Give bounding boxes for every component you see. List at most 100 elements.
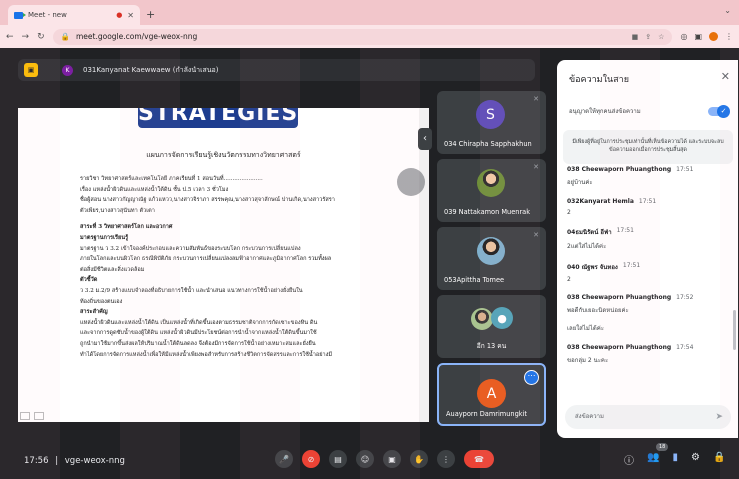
chat-text: ขอกลุ่ม 2 นะคะ	[567, 357, 609, 364]
chat-sender: 038 Cheewaporn Phuangthong	[567, 166, 672, 173]
document-line: มาตรฐานการเรียนรู้	[80, 234, 129, 241]
present-screen-icon: ▣	[24, 63, 38, 77]
chat-input-placeholder: ส่งข้อความ	[575, 413, 605, 420]
document-title: แผนการจัดการเรียนรู้เชิงนวัตกรรมทางวิทยา…	[146, 151, 301, 159]
raise-hand-icon[interactable]: ✋	[410, 450, 428, 468]
participant-tile[interactable]: ✕ S 034 Chirapha Sapphakhun	[437, 91, 546, 154]
microphone-icon[interactable]: 🎤	[275, 450, 293, 468]
allow-messages-toggle[interactable]	[708, 105, 730, 118]
camera-icon[interactable]: ■	[632, 33, 639, 41]
chat-input[interactable]: ส่งข้อความ ➤	[565, 405, 731, 429]
captions-icon[interactable]: ▤	[329, 450, 347, 468]
participant-photo	[471, 308, 493, 330]
chat-message-header: 032Kanyarat Hemla 17:51	[567, 198, 732, 205]
document-line: แหล่งน้ำผิวดินและแหล่งน้ำใต้ดิน เป็นแหล่…	[80, 319, 318, 326]
self-tile[interactable]: ⋯ A Auayporn Damrimungkit	[437, 363, 546, 426]
participant-tile[interactable]: ✕ 053Apittha Tomee	[437, 227, 546, 290]
app-frame: Meet - new ● ✕ + ⌄ ← → ↻ 🔒 meet.google.c…	[0, 0, 739, 479]
person-icon: ●	[491, 307, 513, 329]
chat-message: 04ธมนิรัตน์ อีฟ่า 17:51 2แต่ใส่ไม่ได้ค่ะ	[567, 227, 732, 251]
chat-time: 17:51	[616, 227, 634, 234]
tab-search-icon[interactable]: ⌄	[724, 6, 731, 15]
chat-sender: 038 Cheewaporn Phuangthong	[567, 344, 672, 351]
bookmark-star-icon[interactable]: ☆	[658, 33, 664, 41]
menu-kebab-icon[interactable]: ⋮	[725, 32, 733, 41]
new-tab-button[interactable]: +	[146, 8, 155, 21]
bottom-control-bar: 17:56 | vge-weox-nng 🎤 ⊘ ▤ ☺ ▣ ✋ ⋮ ☎ 18 …	[0, 441, 739, 479]
reload-icon[interactable]: ↻	[37, 32, 45, 42]
participant-name: 053Apittha Tomee	[444, 276, 505, 284]
chat-text: 2แต่ใส่ไม่ได้ค่ะ	[567, 243, 607, 250]
back-icon[interactable]: ←	[6, 32, 14, 42]
presenter-avatar: K	[62, 64, 73, 76]
others-count: อีก 13 คน	[476, 342, 507, 350]
people-icon[interactable]: 👥	[647, 452, 659, 467]
send-icon[interactable]: ➤	[715, 405, 723, 429]
document-footer-icons	[20, 412, 44, 420]
chat-message-header: 038 Cheewaporn Phuangthong 17:51	[567, 166, 732, 173]
participant-tile[interactable]: ✕ 039 Nattakamon Muenrak	[437, 159, 546, 222]
url-text: meet.google.com/vge-weox-nng	[75, 32, 198, 41]
document-line: เรื่อง แหล่งน้ำผิวดินและแหล่งน้ำใต้ดิน ช…	[80, 186, 229, 193]
participant-photo	[477, 237, 505, 265]
tab-close-icon[interactable]: ✕	[127, 11, 134, 20]
chat-message-header: 038 Cheewaporn Phuangthong 17:54	[567, 344, 732, 351]
participant-count-badge: 18	[656, 443, 669, 451]
extension-icon[interactable]: ◎	[680, 32, 687, 41]
activities-icon[interactable]: ⚙	[691, 452, 700, 467]
document-scrollbar[interactable]	[419, 108, 429, 422]
page-icon[interactable]	[34, 412, 44, 420]
document-line: ท้องถิ่นของตนเอง	[80, 298, 123, 305]
address-bar-row: ← → ↻ 🔒 meet.google.com/vge-weox-nng ■ ⇪…	[0, 25, 739, 48]
info-icon[interactable]: ⓘ	[624, 452, 634, 467]
document-line: ตัวเพียร,นางสาวสุนันทา ตัวเตา	[80, 207, 155, 214]
chat-icon[interactable]: ▮	[672, 452, 678, 467]
shared-document: STRATEGIES แผนการจัดการเรียนรู้เชิงนวัตก…	[18, 108, 429, 422]
emoji-icon[interactable]: ☺	[356, 450, 374, 468]
profile-avatar[interactable]	[709, 32, 718, 41]
collapse-tiles-button[interactable]: ‹	[418, 128, 432, 150]
document-line: มาตรฐาน ว 3.2 เข้าใจองค์ประกอบและความสัม…	[80, 245, 301, 252]
chat-message: เลยใส่ไม่ได้ค่ะ	[567, 323, 732, 333]
browser-tab-bar: Meet - new ● ✕ + ⌄	[0, 0, 739, 25]
chat-sender: 04ธมนิรัตน์ อีฟ่า	[567, 229, 612, 236]
end-call-button[interactable]: ☎	[464, 450, 494, 468]
share-icon[interactable]: ⇪	[645, 33, 651, 41]
document-line: รายวิชา วิทยาศาสตร์และเทคโนโลยี ภาคเรียน…	[80, 176, 263, 182]
camera-off-icon[interactable]: ⊘	[302, 450, 320, 468]
chat-close-icon[interactable]: ✕	[721, 70, 730, 83]
chat-time: 17:51	[622, 262, 641, 269]
meet-favicon-icon	[14, 11, 26, 19]
meeting-info: 17:56 | vge-weox-nng	[24, 456, 125, 466]
participant-photo	[477, 169, 505, 197]
chat-sender: 040 ณัฐพร จันทอง	[567, 264, 618, 271]
chat-message: 038 Cheewaporn Phuangthong 17:52 พอดีกับเย…	[567, 294, 732, 315]
host-controls-icon[interactable]: 🔒	[713, 452, 725, 467]
browser-tab[interactable]: Meet - new ● ✕	[8, 5, 140, 25]
chat-time: 17:51	[638, 198, 657, 205]
chat-scrollbar[interactable]	[733, 310, 736, 350]
chat-message: 038 Cheewaporn Phuangthong 17:54 ขอกลุ่ม 2…	[567, 344, 732, 365]
page-icon[interactable]	[20, 412, 30, 420]
zoom-overlay-button[interactable]	[397, 168, 425, 196]
present-icon[interactable]: ▣	[383, 450, 401, 468]
forward-icon[interactable]: →	[22, 32, 30, 42]
side-panel-controls: ⓘ 👥 ▮ ⚙ 🔒	[624, 452, 725, 467]
mic-off-icon: ✕	[533, 95, 539, 103]
more-options-icon[interactable]: ⋮	[437, 450, 455, 468]
chat-time: 17:54	[676, 344, 694, 351]
document-line: ชื่อผู้สอน นางสาวกัญญาณัฐ แก้วแหวว,นางสา…	[80, 197, 335, 204]
document-banner: STRATEGIES	[138, 108, 298, 128]
chat-message-header: 04ธมนิรัตน์ อีฟ่า 17:51	[567, 227, 732, 237]
chat-sender: 038 Cheewaporn Phuangthong	[567, 294, 672, 301]
document-line: ต่อสิ่งมีชีวิตและสิ่งแวดล้อม	[80, 266, 145, 273]
meet-stage: ▣ K 031Kanyanat Kaewwaew (กำลังนำเสนอ) S…	[0, 48, 739, 479]
sidebar-icon[interactable]: ▣	[694, 32, 702, 41]
chat-text: อยู่บ้านค่ะ	[567, 179, 593, 186]
participant-name: 034 Chirapha Sapphakhun	[444, 140, 532, 148]
omnibox[interactable]: 🔒 meet.google.com/vge-weox-nng ■ ⇪ ☆	[52, 28, 673, 45]
participant-avatar: S	[476, 100, 505, 129]
others-tile[interactable]: ● อีก 13 คน	[437, 295, 546, 358]
more-options-icon[interactable]: ⋯	[524, 370, 539, 385]
tab-title: Meet - new	[28, 11, 67, 19]
